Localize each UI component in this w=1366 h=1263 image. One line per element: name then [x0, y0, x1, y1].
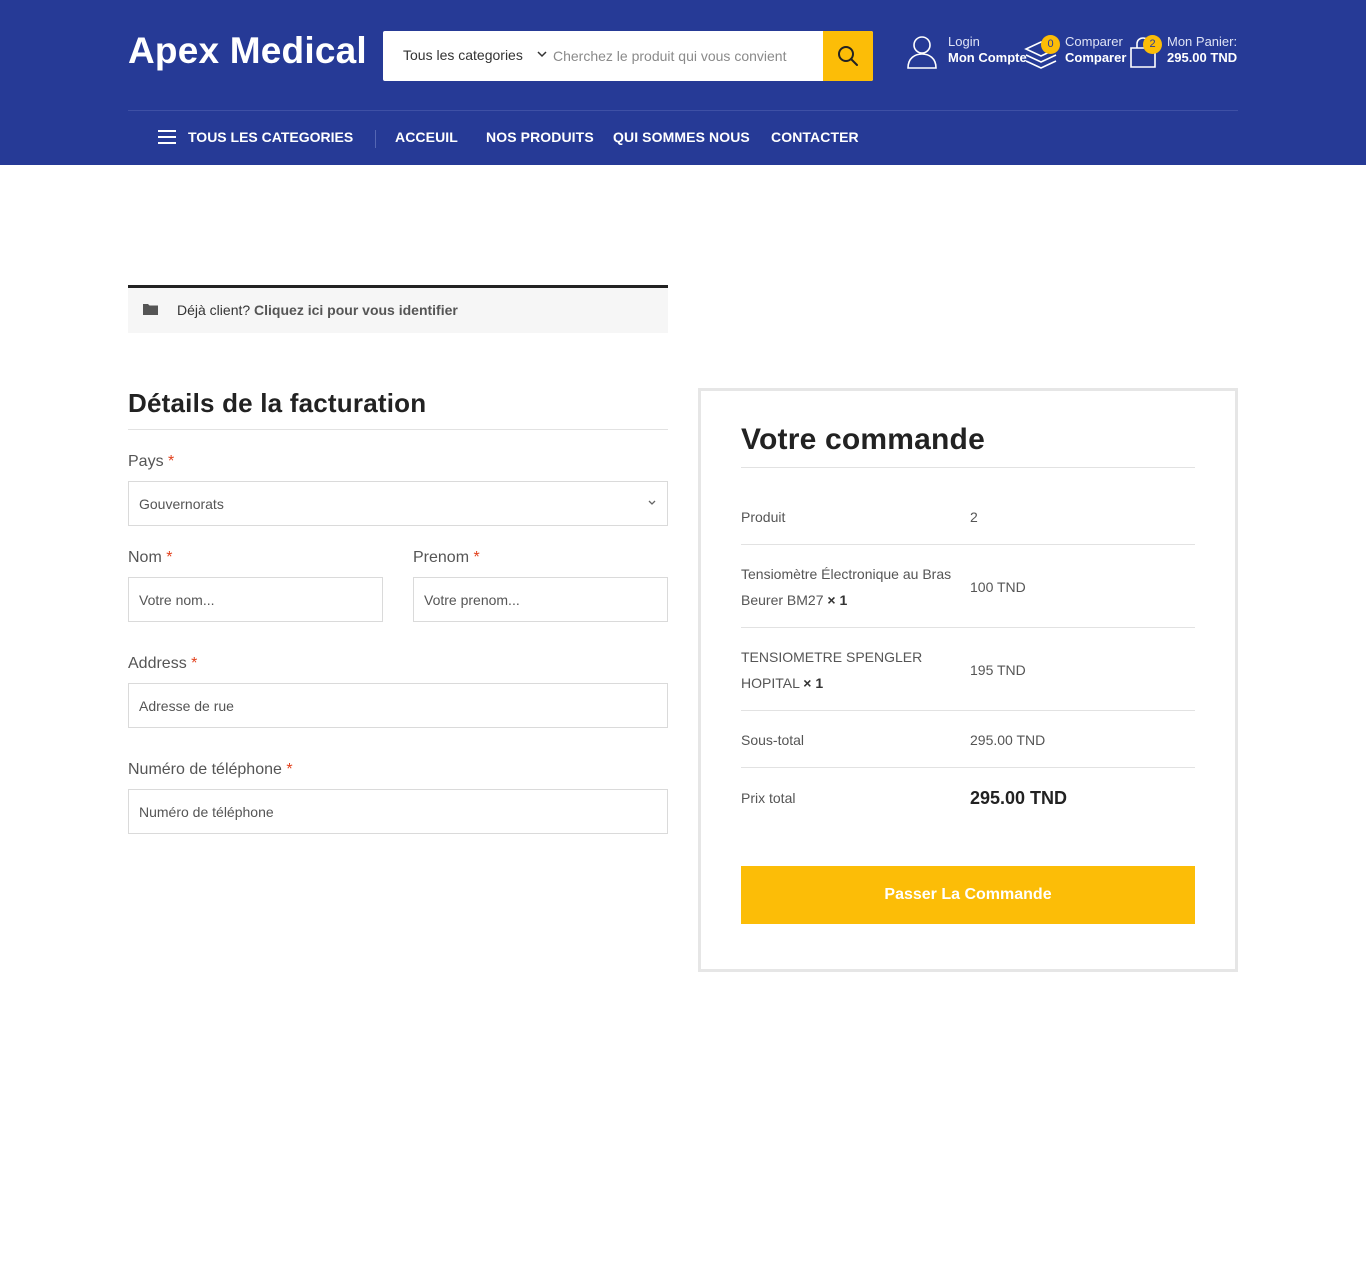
subtotal-label: Sous-total — [741, 732, 805, 748]
cart-total: 295.00 TND — [1167, 50, 1238, 65]
phone-input[interactable] — [129, 790, 667, 833]
divider — [128, 429, 668, 430]
address-field-wrapper — [128, 683, 668, 728]
country-label: Pays * — [128, 453, 174, 471]
compare-small-label: Comparer — [1065, 34, 1123, 49]
account-label: Mon Compte — [948, 50, 1027, 65]
search-bar: Tous les categories — [383, 31, 873, 81]
order-title: Votre commande — [741, 423, 985, 456]
order-item-name: Tensiomètre Électronique au Bras Beurer … — [741, 561, 966, 613]
returning-customer-notice: Déjà client? Cliquez ici pour vous ident… — [128, 285, 668, 333]
nav-item-nos-produits[interactable]: NOS PRODUITS — [486, 129, 594, 145]
all-categories-label: TOUS LES CATEGORIES — [188, 129, 354, 145]
row-divider — [741, 767, 1195, 768]
total-label: Prix total — [741, 790, 796, 806]
site-logo[interactable]: Apex Medical — [128, 30, 367, 72]
billing-title: Détails de la facturation — [128, 388, 427, 418]
divider — [741, 467, 1195, 468]
cart-link[interactable]: Mon Panier: 295.00 TND — [1167, 34, 1237, 66]
country-select-wrapper: Gouvernorats — [128, 481, 668, 526]
notice-text: Déjà client? Cliquez ici pour vous ident… — [177, 302, 458, 318]
nav-divider — [375, 130, 376, 148]
order-header-label: Produit — [741, 509, 786, 525]
nav-item-acceuil[interactable]: ACCEUIL — [395, 129, 458, 145]
order-item-price: 195 TND — [970, 662, 1026, 678]
order-summary: Votre commande Produit 2 Tensiomètre Éle… — [698, 388, 1238, 972]
search-input[interactable] — [553, 39, 823, 73]
search-category-select[interactable]: Tous les categories — [403, 31, 523, 81]
country-label-text: Pays — [128, 453, 164, 470]
chevron-down-icon — [537, 51, 547, 58]
order-item-title: TENSIOMETRE SPENGLER HOPITAL — [741, 649, 923, 691]
order-item-price: 100 TND — [970, 579, 1026, 595]
address-label: Address * — [128, 655, 197, 673]
address-label-text: Address — [128, 655, 187, 672]
compare-count-badge: 0 — [1041, 35, 1060, 54]
order-item-name: TENSIOMETRE SPENGLER HOPITAL × 1 — [741, 644, 969, 696]
nav-item-contacter[interactable]: CONTACTER — [771, 129, 859, 145]
login-link[interactable]: Cliquez ici pour vous identifier — [254, 302, 458, 318]
required-mark: * — [473, 549, 480, 566]
nom-label: Nom * — [128, 549, 172, 567]
row-divider — [741, 627, 1195, 628]
phone-field-wrapper — [128, 789, 668, 834]
phone-label: Numéro de téléphone * — [128, 761, 293, 779]
cart-count-badge: 2 — [1143, 35, 1162, 54]
account-login-label: Login — [948, 34, 980, 49]
required-mark: * — [168, 453, 175, 470]
prenom-field-wrapper — [413, 577, 668, 622]
user-icon[interactable] — [906, 35, 938, 69]
cart-label: Mon Panier: — [1167, 34, 1238, 49]
country-select[interactable]: Gouvernorats — [129, 482, 667, 525]
nom-label-text: Nom — [128, 549, 162, 566]
phone-label-text: Numéro de téléphone — [128, 761, 282, 778]
site-header: Apex Medical Tous les categories Login M… — [0, 0, 1366, 165]
required-mark: * — [191, 655, 198, 672]
folder-icon — [143, 304, 158, 315]
prenom-input[interactable] — [414, 578, 667, 621]
nav-item-qui-sommes-nous[interactable]: QUI SOMMES NOUS — [613, 129, 750, 145]
row-divider — [741, 544, 1195, 545]
nom-field-wrapper — [128, 577, 383, 622]
compare-link[interactable]: Comparer Comparer — [1065, 34, 1126, 66]
order-header-value: 2 — [970, 509, 978, 525]
row-divider — [741, 710, 1195, 711]
address-input[interactable] — [129, 684, 667, 727]
compare-label: Comparer — [1065, 50, 1127, 65]
notice-label: Déjà client? — [177, 302, 251, 318]
total-value: 295.00 TND — [970, 788, 1068, 808]
place-order-button[interactable]: Passer La Commande — [741, 866, 1195, 924]
subtotal-value: 295.00 TND — [970, 732, 1046, 748]
required-mark: * — [166, 549, 173, 566]
search-button[interactable] — [823, 31, 873, 81]
order-item-qty: × 1 — [803, 675, 824, 691]
prenom-label: Prenom * — [413, 549, 480, 567]
main-nav: TOUS LES CATEGORIES ACCEUIL NOS PRODUITS… — [128, 111, 1238, 165]
hamburger-menu-icon — [158, 130, 176, 144]
account-link[interactable]: Login Mon Compte — [948, 34, 1027, 66]
order-item-qty: × 1 — [827, 592, 848, 608]
prenom-label-text: Prenom — [413, 549, 470, 566]
nom-input[interactable] — [129, 578, 382, 621]
required-mark: * — [286, 761, 293, 778]
all-categories-button[interactable]: TOUS LES CATEGORIES — [158, 129, 353, 145]
search-icon — [838, 46, 858, 66]
